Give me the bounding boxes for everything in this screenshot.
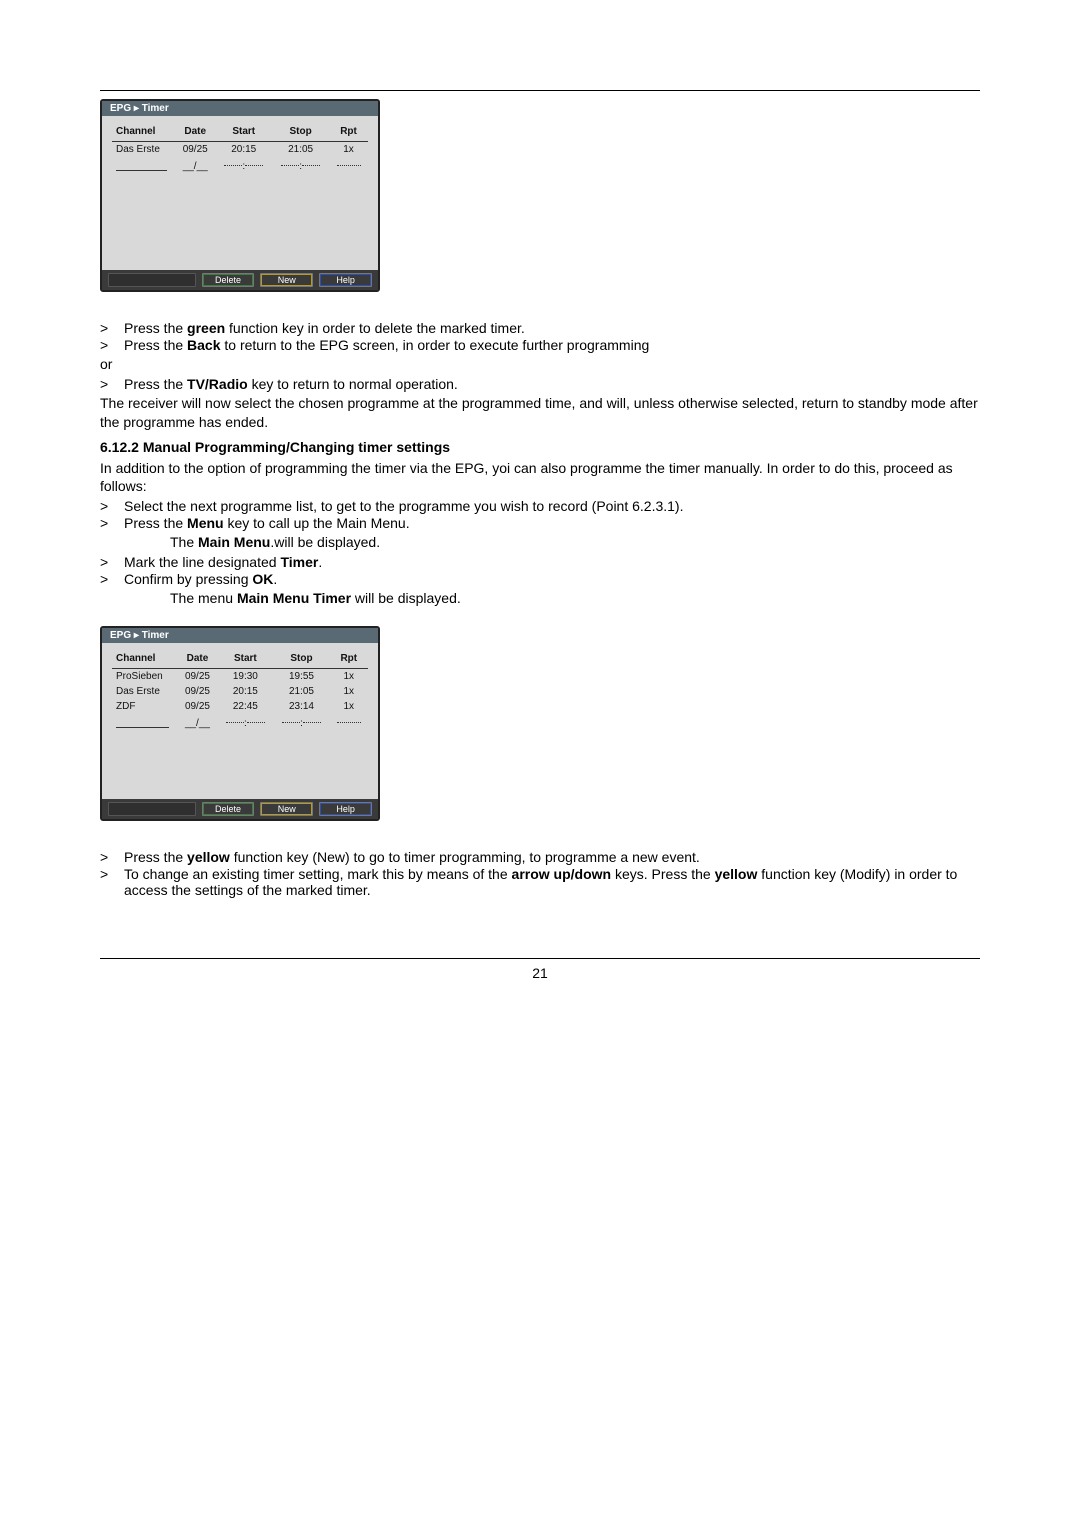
epg-timer-figure-2: EPG ▸ Timer Channel Date Start Stop Rpt …: [100, 626, 980, 821]
instruction-subline: The Main Menu.will be displayed.: [100, 533, 980, 552]
help-button: Help: [319, 802, 372, 816]
new-button: New: [260, 273, 313, 287]
instruction-subline: The menu Main Menu Timer will be display…: [100, 589, 980, 608]
timer-dialog: EPG ▸ Timer Channel Date Start Stop Rpt …: [100, 99, 380, 292]
timer-input-row: __/__ : :: [112, 157, 368, 174]
page-number: 21: [100, 965, 980, 981]
date-input-placeholder: __/__: [175, 157, 215, 174]
paragraph: The receiver will now select the chosen …: [100, 394, 980, 432]
instruction-line: Press the Back to return to the EPG scre…: [124, 337, 980, 353]
timer-table: Channel Date Start Stop Rpt ProSieben09/…: [112, 651, 368, 731]
col-date: Date: [175, 124, 215, 142]
instruction-line: Press the TV/Radio key to return to norm…: [124, 376, 980, 392]
col-stop: Stop: [272, 124, 329, 142]
col-channel: Channel: [112, 124, 175, 142]
instruction-line: Press the Menu key to call up the Main M…: [124, 515, 980, 531]
instruction-line: Press the green function key in order to…: [124, 320, 980, 336]
timer-input-row: __/__ : :: [112, 714, 368, 731]
delete-button: Delete: [202, 273, 255, 287]
col-stop: Stop: [273, 651, 329, 669]
col-start: Start: [217, 651, 273, 669]
table-row: ProSieben09/2519:3019:551x: [112, 669, 368, 685]
or-line: or: [100, 355, 980, 374]
timer-table: Channel Date Start Stop Rpt Das Erste 09…: [112, 124, 368, 174]
col-channel: Channel: [112, 651, 178, 669]
channel-input-line: [116, 727, 169, 729]
paragraph: In addition to the option of programming…: [100, 459, 980, 497]
instruction-line: Press the yellow function key (New) to g…: [124, 849, 980, 865]
table-row: Das Erste 09/25 20:15 21:05 1x: [112, 142, 368, 158]
instruction-line: To change an existing timer setting, mar…: [124, 866, 980, 898]
table-row: Das Erste09/2520:1521:051x: [112, 684, 368, 699]
timer-dialog-title: EPG ▸ Timer: [102, 101, 378, 116]
help-button: Help: [319, 273, 372, 287]
col-start: Start: [215, 124, 272, 142]
table-row: ZDF09/2522:4523:141x: [112, 699, 368, 714]
body-text: >Press the green function key in order t…: [100, 320, 980, 608]
delete-button: Delete: [202, 802, 255, 816]
document-page: EPG ▸ Timer Channel Date Start Stop Rpt …: [0, 0, 1080, 1528]
date-input-placeholder: __/__: [178, 714, 218, 731]
col-rpt: Rpt: [330, 651, 368, 669]
timer-dialog: EPG ▸ Timer Channel Date Start Stop Rpt …: [100, 626, 380, 821]
new-button: New: [260, 802, 313, 816]
instruction-line: Mark the line designated Timer.: [124, 554, 980, 570]
timer-dialog-title: EPG ▸ Timer: [102, 628, 378, 643]
col-date: Date: [178, 651, 218, 669]
instruction-line: Select the next programme list, to get t…: [124, 498, 980, 514]
body-text-2: >Press the yellow function key (New) to …: [100, 849, 980, 898]
timer-footer: Delete New Help: [102, 799, 378, 819]
channel-input-line: [116, 170, 167, 172]
footer-spacer: [108, 802, 196, 816]
top-rule: [100, 90, 980, 91]
col-rpt: Rpt: [329, 124, 368, 142]
bottom-rule: [100, 958, 980, 959]
section-heading: 6.12.2 Manual Programming/Changing timer…: [100, 438, 980, 457]
epg-timer-figure-1: EPG ▸ Timer Channel Date Start Stop Rpt …: [100, 99, 980, 292]
timer-footer: Delete New Help: [102, 270, 378, 290]
instruction-line: Confirm by pressing OK.: [124, 571, 980, 587]
footer-spacer: [108, 273, 196, 287]
